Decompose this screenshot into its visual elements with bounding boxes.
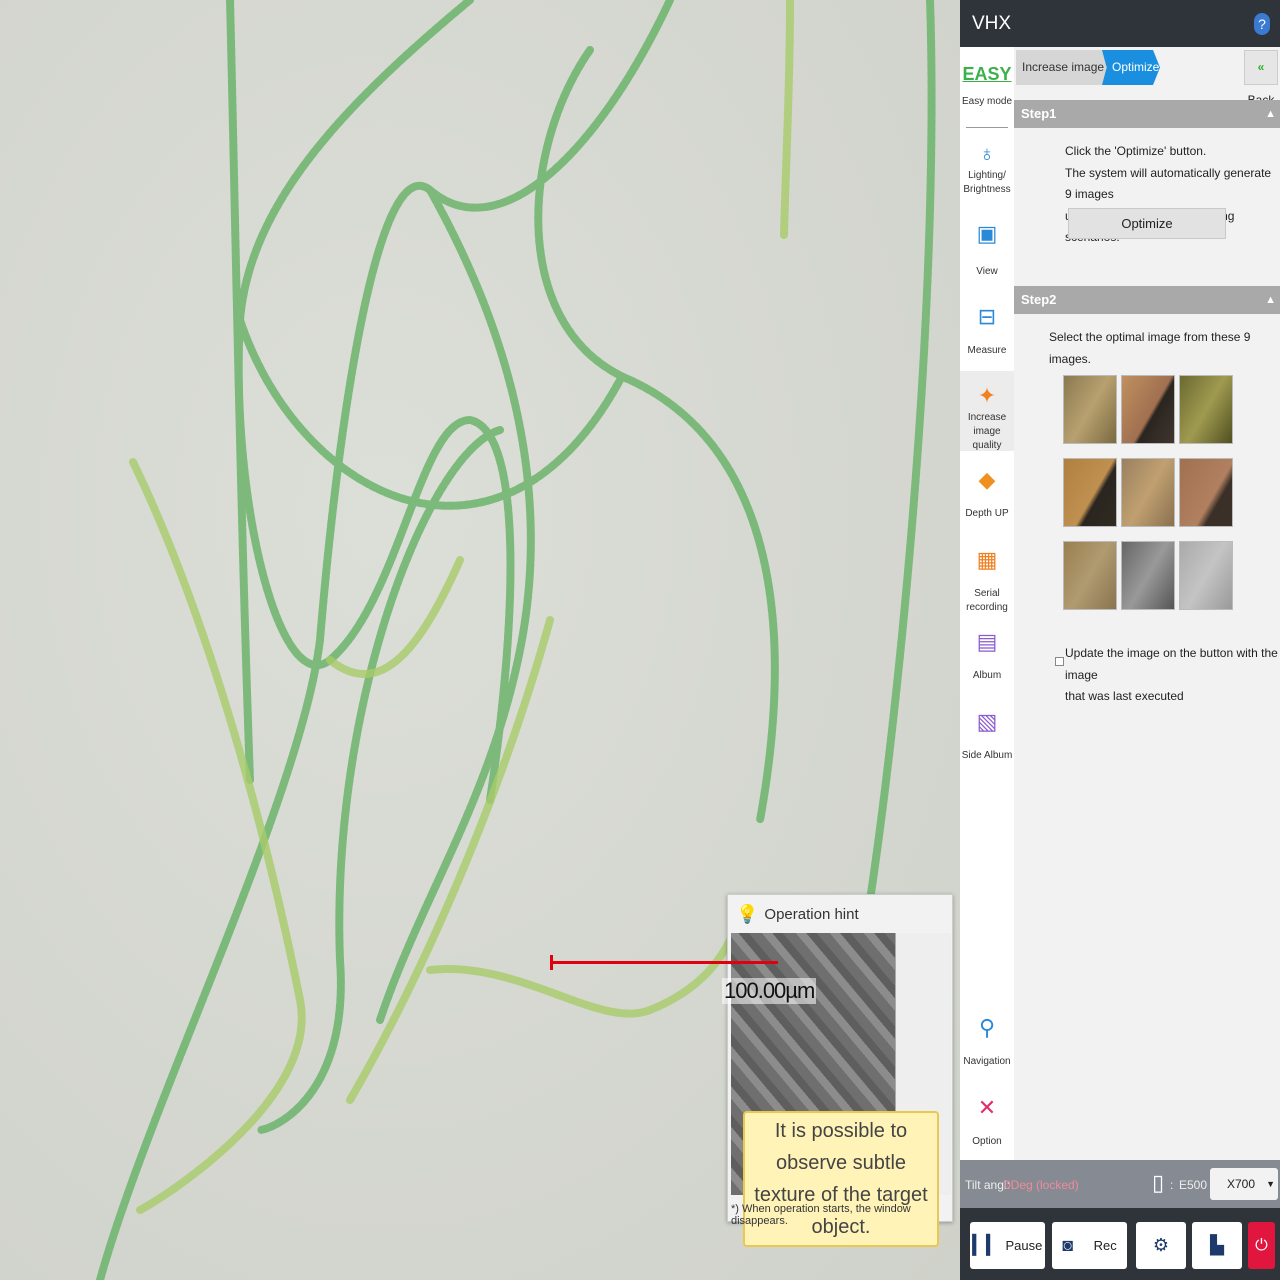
text-line: The system will automatically generate 9… xyxy=(1065,165,1272,202)
thumbnail[interactable] xyxy=(1063,541,1117,610)
lens-icon: ▯ xyxy=(1152,1170,1165,1195)
power-icon: ⏻ xyxy=(1255,1236,1268,1254)
lens-value: E500 xyxy=(1179,1178,1208,1192)
view-icon: ▣ xyxy=(976,221,998,246)
sidebar-item-option[interactable]: ✕ Option xyxy=(960,1093,1014,1149)
sidebar-label: Side Album xyxy=(961,750,1013,761)
sidebar-item-album[interactable]: ▤ Album xyxy=(960,627,1014,683)
lightbulb-icon: ♁ xyxy=(978,141,996,166)
power-button[interactable]: ⏻ xyxy=(1248,1222,1275,1269)
sidebar-item-navigation[interactable]: ⚲ Navigation xyxy=(960,1013,1014,1069)
ruler-icon: ⊟ xyxy=(977,304,997,329)
scale-bar xyxy=(550,955,778,970)
pause-label: Pause xyxy=(1005,1238,1043,1253)
print-button[interactable]: ▙ xyxy=(1192,1222,1242,1269)
step2-header[interactable]: Step2 ▲ xyxy=(1014,286,1280,314)
sidebar-item-lighting[interactable]: ♁ Lighting/ Brightness xyxy=(960,139,1014,197)
scale-label: 100.00µm xyxy=(722,978,817,1004)
rec-label: Rec xyxy=(1093,1238,1117,1253)
grid-icon: ▦ xyxy=(976,547,998,572)
optimize-button[interactable]: Optimize xyxy=(1068,208,1226,239)
sidebar: EASY Easy mode ♁ Lighting/ Brightness ▣ Vie… xyxy=(960,47,1014,1160)
sidebar-item-measure[interactable]: ⊟ Measure xyxy=(960,302,1014,358)
sidebar-label: Navigation xyxy=(963,1056,1011,1067)
camera-icon: ◙ xyxy=(1062,1235,1074,1255)
thumbnail[interactable] xyxy=(1063,458,1117,527)
sidebar-label: Lighting/ Brightness xyxy=(963,170,1011,195)
title-bar: VHX? xyxy=(960,0,1280,47)
text-line: that was last executed xyxy=(1065,689,1184,703)
pause-icon: ▎▎ xyxy=(972,1235,1001,1255)
help-button[interactable]: ? xyxy=(1254,13,1270,35)
thumbnail[interactable] xyxy=(1179,375,1233,444)
sidebar-label: Option xyxy=(972,1136,1002,1147)
breadcrumb: Increase image quality Optimize xyxy=(1016,50,1160,85)
hint-image: It is possible to observe subtle texture … xyxy=(731,933,951,1247)
navigation-icon: ⚲ xyxy=(978,1015,996,1040)
dropdown-icon: ▼ xyxy=(1266,1179,1275,1189)
sidebar-label: Increase image quality xyxy=(967,412,1007,451)
magic-wand-icon: ✦ xyxy=(977,383,997,408)
tilt-value: 0Deg (locked) xyxy=(1004,1178,1079,1192)
collapse-icon: ▲ xyxy=(1265,294,1276,306)
sidebar-label: Depth UP xyxy=(965,508,1009,519)
zoom-value: X700 xyxy=(1227,1177,1256,1191)
side-album-icon: ▧ xyxy=(976,709,998,734)
thumbnail[interactable] xyxy=(1121,375,1175,444)
zoom-select[interactable]: X700 ▼ xyxy=(1210,1168,1278,1200)
step2-text: Select the optimal image from these 9 im… xyxy=(1049,330,1251,366)
hint-line: It is possible to observe subtle xyxy=(774,1120,908,1174)
text-line: Click the 'Optimize' button. xyxy=(1065,144,1207,158)
main-pane: Increase image qualityOptimize « Back St… xyxy=(1014,47,1280,1160)
thumbnail[interactable] xyxy=(1179,541,1233,610)
sidebar-label: View xyxy=(976,266,998,277)
breadcrumb-item-current: Optimize xyxy=(1102,50,1160,85)
step2-title: Step2 xyxy=(1021,292,1057,307)
rec-button[interactable]: ◙ Rec xyxy=(1052,1222,1127,1269)
status-bar: Tilt angl: 0Deg (locked) ▯ : E500 X700 ▼ xyxy=(960,1160,1280,1208)
lightbulb-icon: 💡 xyxy=(736,903,759,924)
step1-header[interactable]: Step1 ▲ xyxy=(1014,100,1280,128)
control-bar: ▎▎ Pause ◙ Rec ⚙ ▙ ⏻ xyxy=(960,1208,1280,1280)
microscope-view[interactable]: 💡 Operation hint It is possible to observ… xyxy=(0,0,960,1280)
hint-title: Operation hint xyxy=(764,905,859,923)
thumbnail[interactable] xyxy=(1121,458,1175,527)
pause-button[interactable]: ▎▎ Pause xyxy=(970,1222,1045,1269)
camera-settings-button[interactable]: ⚙ xyxy=(1136,1222,1186,1269)
update-image-checkbox[interactable] xyxy=(1055,657,1064,666)
thumbnail[interactable] xyxy=(1121,541,1175,610)
sidebar-label: Measure xyxy=(967,345,1007,356)
easy-icon: EASY xyxy=(962,64,1012,84)
thumbnail-grid xyxy=(1063,375,1233,620)
step1-title: Step1 xyxy=(1021,106,1057,121)
thumbnail[interactable] xyxy=(1179,458,1233,527)
control-panel: VHX? EASY Easy mode ♁ Lighting/ Brightness… xyxy=(960,0,1280,1280)
depth-icon: ◆ xyxy=(978,467,996,492)
sidebar-item-depth-up[interactable]: ◆ Depth UP xyxy=(960,465,1014,521)
text-line: Update the image on the button with the … xyxy=(1065,646,1278,682)
chevrons-left-icon: « xyxy=(1257,60,1265,74)
album-icon: ▤ xyxy=(976,629,998,654)
sidebar-label: Easy mode xyxy=(961,96,1013,107)
tools-icon: ✕ xyxy=(977,1095,997,1120)
camera-settings-icon: ⚙ xyxy=(1152,1235,1170,1255)
sidebar-item-increase-image-quality[interactable]: ✦ Increase image quality xyxy=(960,371,1014,451)
operation-hint-window: 💡 Operation hint It is possible to observ… xyxy=(727,894,953,1247)
sidebar-item-easy-mode[interactable]: EASY Easy mode xyxy=(960,59,1014,109)
hint-footnote: *) When operation starts, the window dis… xyxy=(731,1203,911,1227)
app-title: VHX xyxy=(972,12,1012,34)
checkbox-label: Update the image on the button with the … xyxy=(1065,643,1280,708)
back-button[interactable]: « Back xyxy=(1244,50,1278,107)
sidebar-item-view[interactable]: ▣ View xyxy=(960,219,1014,279)
thumbnail[interactable] xyxy=(1063,375,1117,444)
sidebar-item-serial-recording[interactable]: ▦ Serial recording xyxy=(960,545,1014,615)
sidebar-item-side-album[interactable]: ▧ Side Album xyxy=(960,707,1014,763)
breadcrumb-item[interactable]: Increase image quality xyxy=(1016,50,1142,85)
printer-icon: ▙ xyxy=(1210,1235,1224,1255)
collapse-icon: ▲ xyxy=(1265,108,1276,120)
sidebar-label: Album xyxy=(972,670,1002,681)
sidebar-label: Serial recording xyxy=(966,588,1008,613)
